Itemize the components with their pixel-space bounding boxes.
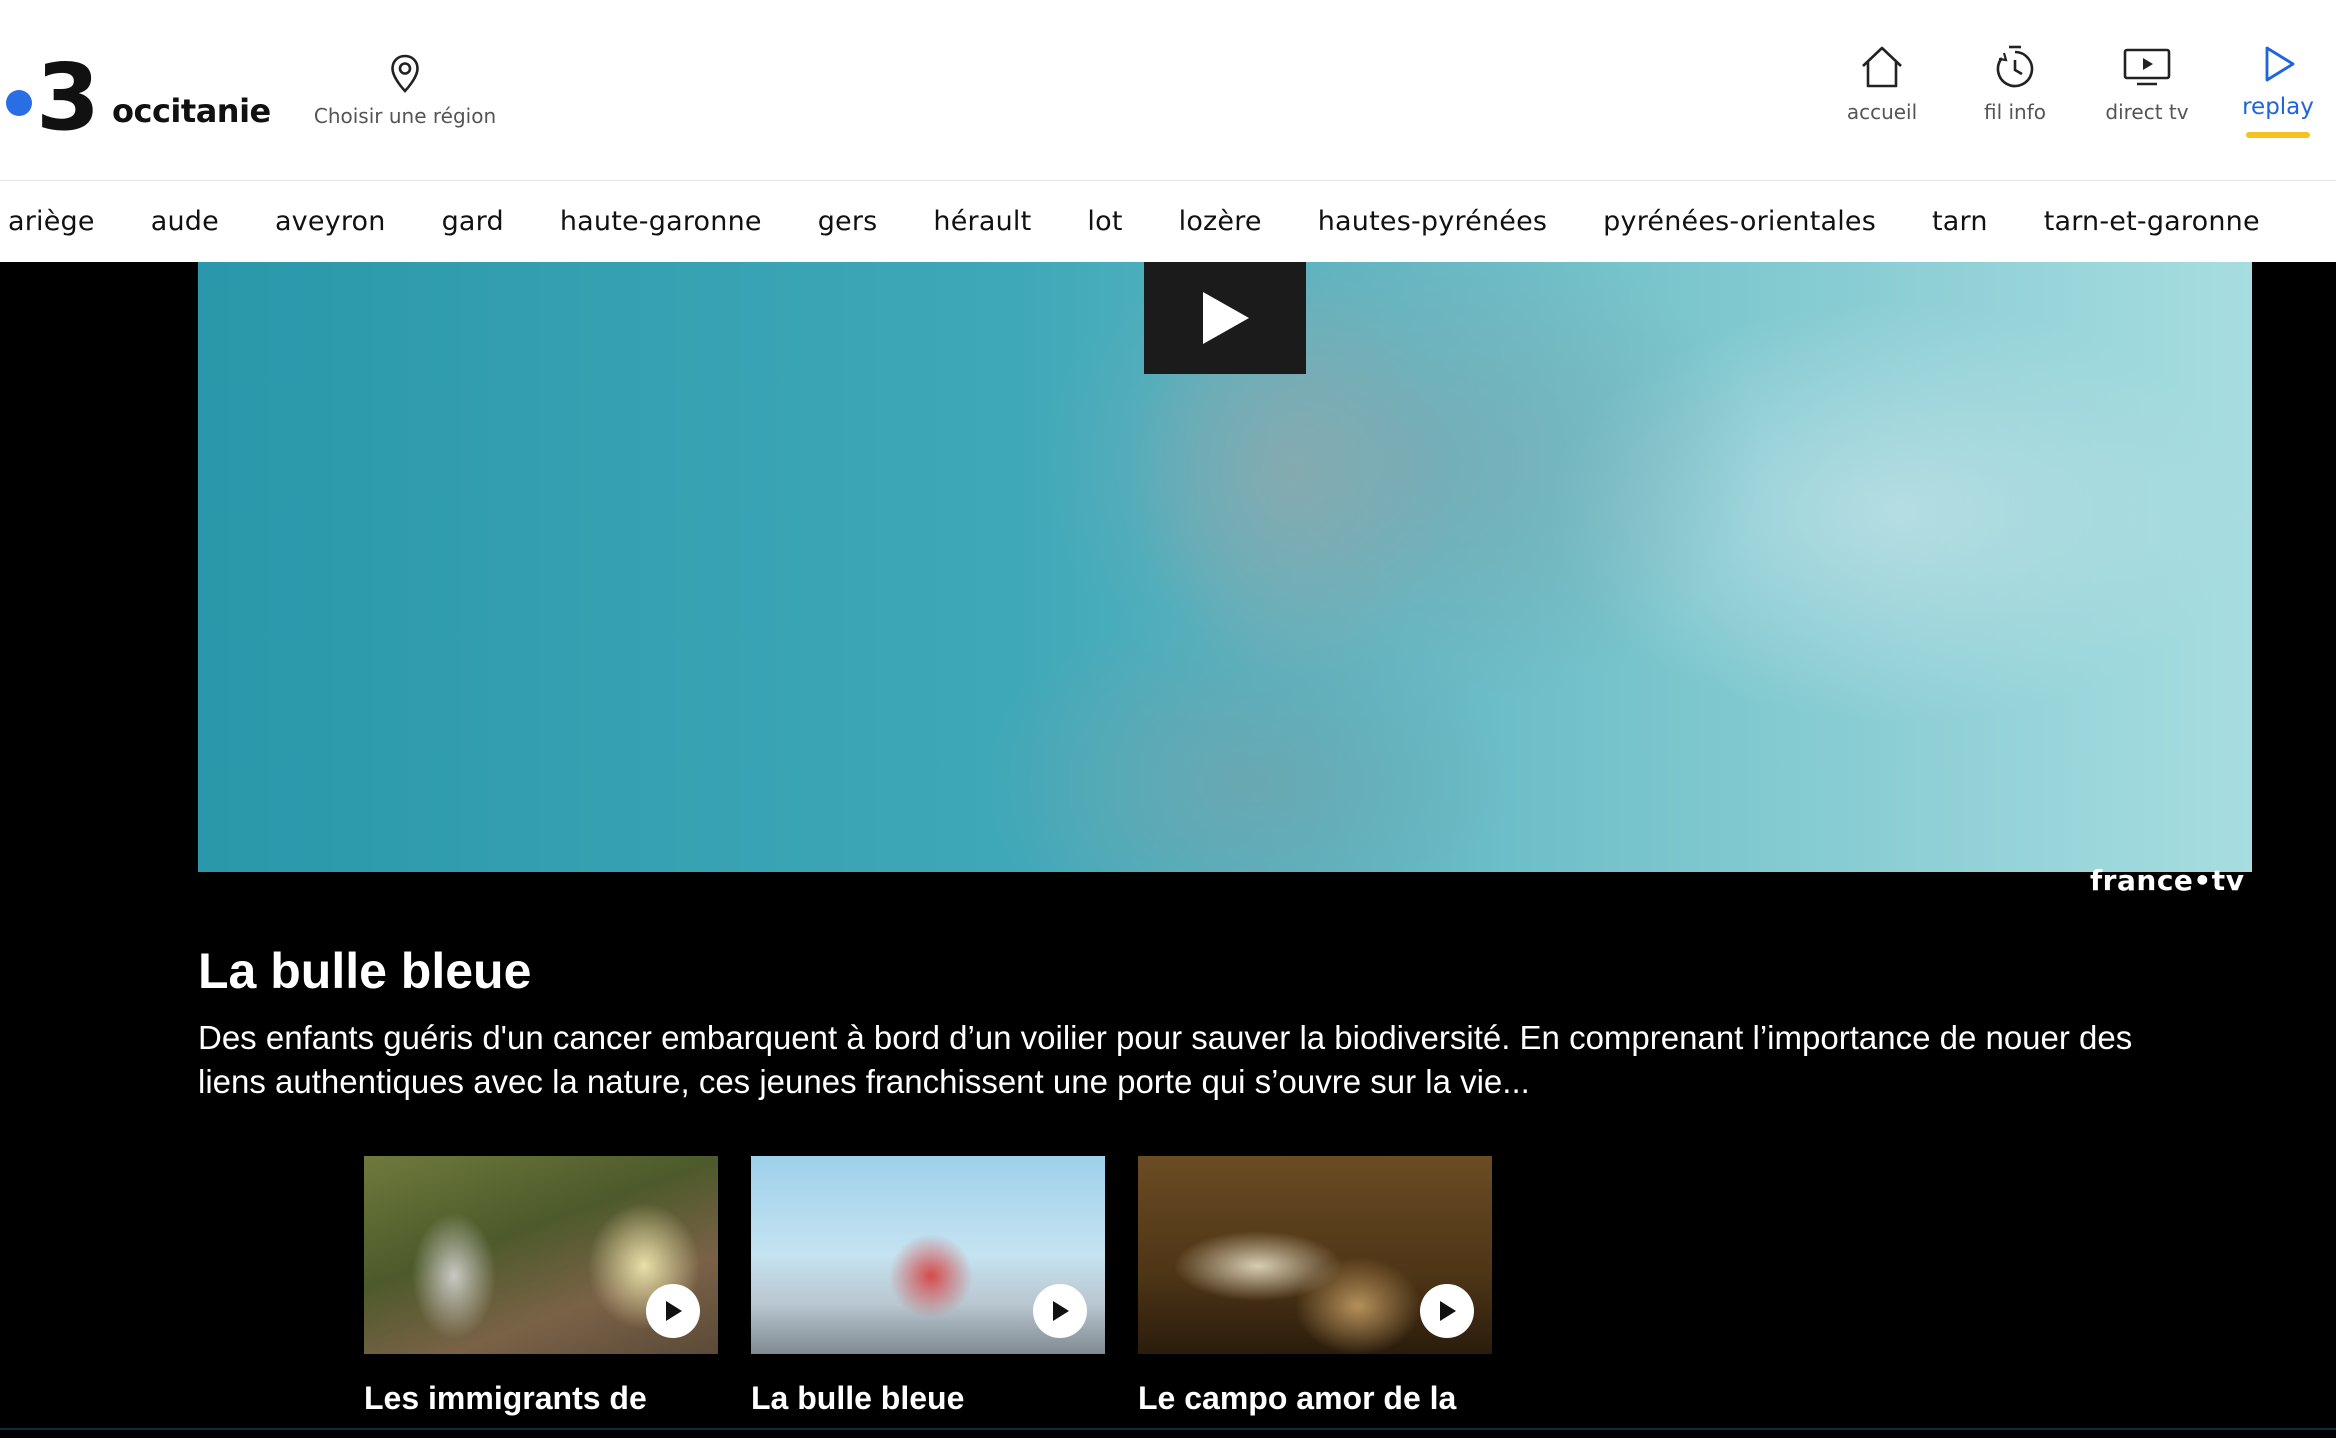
related-card[interactable]: La bulle bleue <box>751 1156 1105 1417</box>
card-thumbnail[interactable] <box>1138 1156 1492 1354</box>
card-title[interactable]: La bulle bleue <box>751 1380 1105 1417</box>
card-thumbnail[interactable] <box>364 1156 718 1354</box>
program-description: Des enfants guéris d'un cancer embarquen… <box>198 1019 2133 1100</box>
dept-pyrenees-orientales[interactable]: pyrénées-orientales <box>1603 206 1876 237</box>
main-nav: accueil fil info direct tv replay <box>0 44 2336 164</box>
site-header: 3 occitanie Choisir une région accueil f… <box>0 0 2336 180</box>
nav-replay[interactable]: replay <box>2208 44 2336 138</box>
stopwatch-icon <box>1996 45 2034 88</box>
francetv-logo: france•tv <box>2090 864 2245 897</box>
related-card[interactable]: Le campo amor de la <box>1138 1156 1492 1417</box>
video-play-button[interactable] <box>1144 262 1306 374</box>
play-outline-icon <box>2265 46 2295 82</box>
video-player[interactable] <box>198 262 2252 872</box>
nav-accueil[interactable]: accueil <box>1812 44 1952 124</box>
bottom-divider <box>0 1428 2336 1430</box>
card-thumbnail[interactable] <box>751 1156 1105 1354</box>
dept-gard[interactable]: gard <box>442 206 504 237</box>
card-title[interactable]: Les immigrants de <box>364 1380 718 1417</box>
nav-label: direct tv <box>2105 100 2189 124</box>
dept-lozere[interactable]: lozère <box>1179 206 1262 237</box>
nav-direct-tv[interactable]: direct tv <box>2077 44 2217 124</box>
nav-fil-info[interactable]: fil info <box>1945 44 2085 124</box>
related-card[interactable]: Les immigrants de <box>364 1156 718 1417</box>
dept-herault[interactable]: hérault <box>933 206 1031 237</box>
nav-label: fil info <box>1983 100 2047 124</box>
dept-lot[interactable]: lot <box>1087 206 1122 237</box>
nav-label: replay <box>2242 94 2314 120</box>
dept-tarn[interactable]: tarn <box>1932 206 1988 237</box>
dept-aveyron[interactable]: aveyron <box>275 206 386 237</box>
dept-aude[interactable]: aude <box>151 206 219 237</box>
dept-gers[interactable]: gers <box>818 206 878 237</box>
dept-tarn-et-garonne[interactable]: tarn-et-garonne <box>2044 206 2260 237</box>
play-circle-icon[interactable] <box>1033 1284 1087 1338</box>
play-icon <box>1203 292 1249 344</box>
dept-ariege[interactable]: ariège <box>8 206 95 237</box>
play-circle-icon[interactable] <box>1420 1284 1474 1338</box>
department-nav: ariège aude aveyron gard haute-garonne g… <box>0 180 2336 262</box>
home-icon <box>1862 46 1902 88</box>
dept-haute-garonne[interactable]: haute-garonne <box>560 206 762 237</box>
active-indicator <box>2246 132 2310 138</box>
dept-hautes-pyrenees[interactable]: hautes-pyrénées <box>1318 206 1547 237</box>
nav-label: accueil <box>1846 100 1918 124</box>
program-title: La bulle bleue <box>198 943 532 999</box>
play-circle-icon[interactable] <box>646 1284 700 1338</box>
card-title[interactable]: Le campo amor de la <box>1138 1380 1492 1417</box>
tv-icon <box>2123 48 2171 86</box>
